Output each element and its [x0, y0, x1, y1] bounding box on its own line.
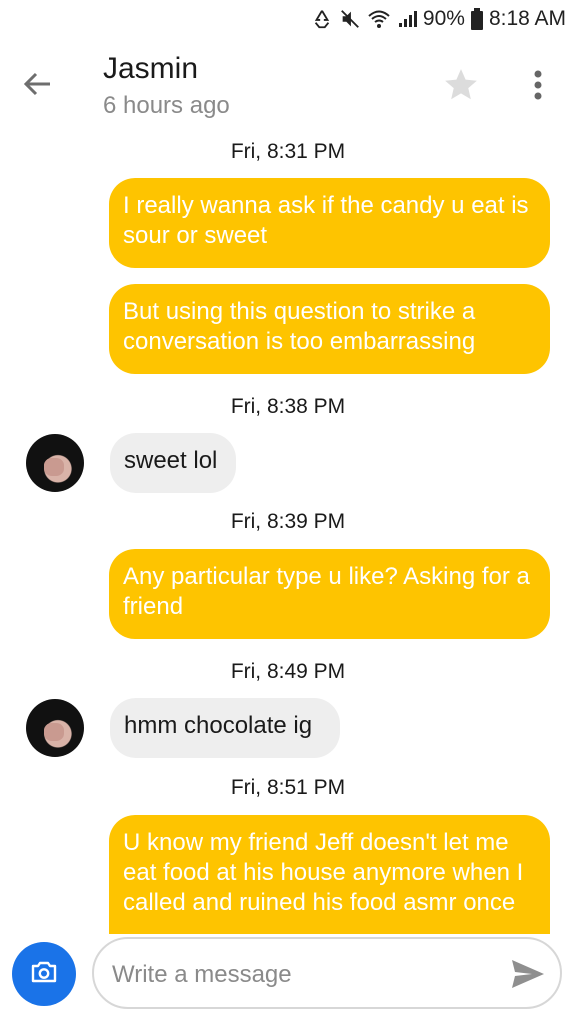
contact-name[interactable]: Jasmin [103, 52, 198, 86]
timestamp: Fri, 8:49 PM [230, 660, 346, 683]
more-options-icon[interactable] [528, 68, 548, 104]
message-input-box[interactable] [92, 937, 562, 1009]
battery-icon [470, 8, 483, 30]
last-seen: 6 hours ago [103, 92, 230, 119]
contact-avatar[interactable] [26, 699, 84, 757]
clock: 8:18 AM [488, 7, 566, 30]
mute-icon [339, 8, 361, 30]
signal-icon [397, 9, 417, 29]
wifi-icon [367, 8, 391, 30]
status-bar: 90% 8:18 AM [0, 0, 576, 38]
conversation-header: Jasmin 6 hours ago [0, 38, 576, 134]
recycle-icon [311, 8, 333, 30]
contact-avatar[interactable] [26, 434, 84, 492]
star-icon[interactable] [442, 66, 480, 104]
outgoing-message[interactable]: But using this question to strike a conv… [109, 284, 550, 374]
timestamp: Fri, 8:51 PM [230, 776, 346, 799]
camera-icon [30, 960, 58, 989]
battery-percent: 90% [422, 7, 465, 30]
send-icon[interactable] [510, 957, 546, 991]
incoming-message[interactable]: sweet lol [110, 433, 236, 493]
incoming-message[interactable]: hmm chocolate ig [110, 698, 340, 758]
message-composer [0, 934, 576, 1024]
outgoing-message[interactable]: I really wanna ask if the candy u eat is… [109, 178, 550, 268]
back-arrow-icon[interactable] [20, 66, 56, 102]
timestamp: Fri, 8:39 PM [230, 510, 346, 533]
message-input[interactable] [110, 957, 494, 993]
timestamp: Fri, 8:31 PM [230, 140, 346, 163]
outgoing-message[interactable]: Any particular type u like? Asking for a… [109, 549, 550, 639]
timestamp: Fri, 8:38 PM [230, 395, 346, 418]
camera-button[interactable] [12, 942, 76, 1006]
